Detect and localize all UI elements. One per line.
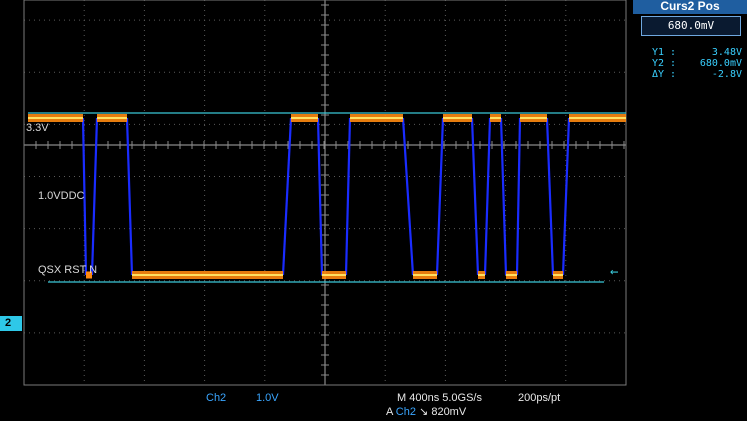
trigger-level: 820mV xyxy=(431,406,467,418)
channel-marker-label: 2 xyxy=(5,317,12,329)
record-resolution: 200ps/pt xyxy=(518,392,561,404)
waveform-edge xyxy=(515,117,522,276)
vertical-scale[interactable]: 1.0V xyxy=(256,392,279,404)
waveform-edge xyxy=(316,117,324,276)
ch2-waveform xyxy=(28,114,626,279)
cursor-panel-title: Curs2 Pos xyxy=(633,0,747,14)
readout-label: ΔY : xyxy=(652,69,677,80)
cursor-lines xyxy=(28,112,626,283)
ref-label-3v3: 3.3V xyxy=(26,122,49,134)
ref-label-1v0: 1.0VDDC xyxy=(38,190,85,202)
waveform-edge xyxy=(90,117,99,276)
waveform-edge xyxy=(470,117,480,276)
waveform-edge xyxy=(435,117,445,276)
trigger-readout[interactable]: A Ch2 ↘ 820mV xyxy=(386,405,466,418)
waveform-edge xyxy=(281,117,293,276)
readout-label: Y1 : xyxy=(652,47,677,58)
readout-value: -2.8V xyxy=(711,69,742,80)
channel-label[interactable]: Ch2 xyxy=(206,392,226,404)
trigger-prefix: A xyxy=(386,406,393,418)
trigger-channel: Ch2 xyxy=(395,406,416,418)
trigger-slope-icon: ↘ xyxy=(419,406,429,418)
cursor-arrow-icon[interactable]: ← xyxy=(610,264,618,280)
readout-value: 3.48V xyxy=(711,47,742,58)
waveform-edge xyxy=(483,117,492,276)
signal-name-label: QSX RST N xyxy=(38,264,98,276)
channel-2-ground-marker[interactable]: 2 xyxy=(0,316,22,331)
waveform-edge xyxy=(125,117,134,276)
graticule-grid xyxy=(23,0,627,386)
timebase-readout[interactable]: M 400ns 5.0GS/s xyxy=(397,392,482,404)
cursor-position-value[interactable]: 680.0mV xyxy=(641,16,741,36)
readout-value: 680.0mV xyxy=(699,58,742,69)
readout-label: Y2 : xyxy=(652,58,677,69)
